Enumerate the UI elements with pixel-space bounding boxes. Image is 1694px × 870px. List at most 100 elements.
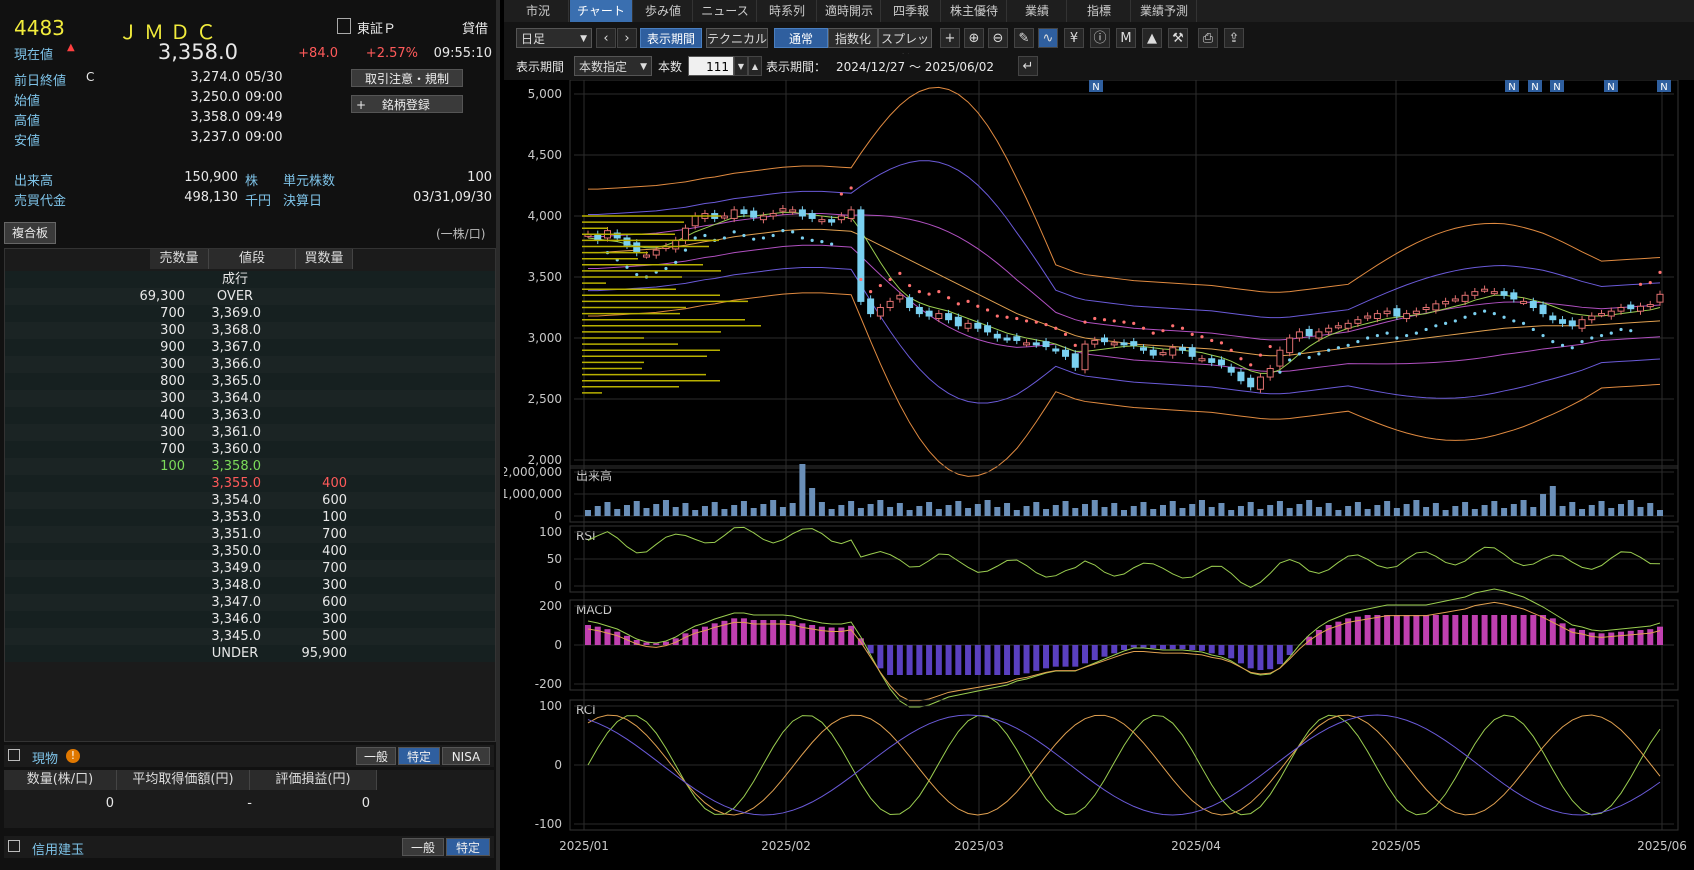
sar-dot: [1122, 320, 1126, 324]
count-up-icon[interactable]: ▲: [748, 56, 762, 76]
tab-2[interactable]: 歩み値: [634, 0, 693, 22]
candle-body: [906, 297, 914, 309]
holdings-tab-specific[interactable]: 特定: [398, 747, 440, 765]
count-input[interactable]: 111: [688, 56, 734, 76]
technical-button[interactable]: テクニカル: [706, 28, 768, 48]
spread-button[interactable]: スプレッド: [878, 28, 932, 66]
volume-bar: [1374, 505, 1381, 516]
board-row[interactable]: 300 3,366.0: [5, 356, 495, 373]
board-row[interactable]: 100 3,358.0: [5, 458, 495, 475]
board-row[interactable]: 3,348.0 300: [5, 577, 495, 594]
board-row[interactable]: 800 3,365.0: [5, 373, 495, 390]
wrench-icon[interactable]: ⚒: [1168, 28, 1188, 48]
board-row[interactable]: 3,346.0 300: [5, 611, 495, 628]
sar-dot: [1648, 281, 1652, 285]
tab-3[interactable]: ニュース: [694, 0, 757, 22]
macd-histogram-bar: [1432, 615, 1439, 645]
board-price: 3,358.0: [211, 459, 261, 474]
tab-10[interactable]: 業績予測: [1132, 0, 1197, 22]
board-row[interactable]: 3,355.0 400: [5, 475, 495, 492]
tab-6[interactable]: 四季報: [882, 0, 941, 22]
display-period-button[interactable]: 表示期間: [640, 28, 702, 48]
volume-bar: [1442, 510, 1449, 516]
tab-1[interactable]: チャート: [570, 0, 633, 22]
candle-body: [1627, 304, 1635, 310]
volume-bar: [1062, 501, 1069, 516]
normal-button[interactable]: 通常: [774, 28, 828, 48]
board-row[interactable]: 700 3,369.0: [5, 305, 495, 322]
my-icon[interactable]: M: [1116, 28, 1136, 48]
tab-9[interactable]: 指標: [1068, 0, 1131, 22]
volume-bar: [740, 501, 747, 516]
print-icon[interactable]: ⎙: [1198, 28, 1218, 48]
reset-icon[interactable]: ↵: [1018, 56, 1038, 76]
zoom-in-icon[interactable]: ⊕: [964, 28, 984, 48]
zoom-out-icon[interactable]: ⊖: [988, 28, 1008, 48]
tab-7[interactable]: 株主優待: [942, 0, 1007, 22]
board-row[interactable]: 900 3,367.0: [5, 339, 495, 356]
window-icon[interactable]: [8, 840, 20, 852]
candle-body: [1637, 305, 1645, 312]
candle-body: [1091, 339, 1099, 345]
index-button[interactable]: 指数化: [828, 28, 878, 48]
holdings-tab-nisa[interactable]: NISA: [442, 747, 490, 765]
document-icon[interactable]: [337, 18, 351, 34]
sar-dot: [1590, 336, 1594, 340]
board-row[interactable]: 成行: [5, 271, 495, 288]
tab-8[interactable]: 業績: [1008, 0, 1067, 22]
margin-tab-specific[interactable]: 特定: [446, 838, 490, 856]
price-tick-label: 3,500: [528, 270, 562, 284]
x-tick-label: 2025/03: [954, 839, 1004, 853]
chevron-left-icon[interactable]: ‹: [596, 28, 616, 48]
macd-histogram-bar: [916, 645, 923, 675]
yen-icon[interactable]: ¥: [1064, 28, 1084, 48]
tab-5[interactable]: 適時開示: [818, 0, 881, 22]
board-row[interactable]: 3,347.0 600: [5, 594, 495, 611]
macd-histogram-bar: [1159, 645, 1166, 650]
board-row[interactable]: UNDER 95,900: [5, 645, 495, 662]
export-icon[interactable]: ⇪: [1224, 28, 1244, 48]
candle-body: [1334, 325, 1342, 329]
candle-body: [1539, 304, 1547, 315]
margin-tab-general[interactable]: 一般: [402, 838, 444, 856]
tab-4[interactable]: 時系列: [758, 0, 817, 22]
window-icon[interactable]: [8, 749, 20, 761]
sar-dot: [1541, 333, 1545, 338]
tab-0[interactable]: 市況: [508, 0, 569, 22]
sar-dot: [625, 265, 629, 269]
board-row[interactable]: 3,354.0 600: [5, 492, 495, 509]
turnover-label: 売買代金: [14, 194, 67, 209]
board-row[interactable]: 3,349.0 700: [5, 560, 495, 577]
info-icon[interactable]: ⓘ: [1090, 28, 1110, 48]
period-select[interactable]: 日足 ▼: [516, 28, 592, 48]
chevron-right-icon[interactable]: ›: [617, 28, 637, 48]
area-icon[interactable]: ▲: [1142, 28, 1162, 48]
holdings-tab-general[interactable]: 一般: [356, 747, 396, 765]
macd-histogram-bar: [1013, 645, 1020, 675]
board-row[interactable]: 3,351.0 700: [5, 526, 495, 543]
board-row[interactable]: 300 3,368.0: [5, 322, 495, 339]
board-row[interactable]: 3,350.0 400: [5, 543, 495, 560]
macd-label: MACD: [576, 603, 612, 617]
board-row[interactable]: 700 3,360.0: [5, 441, 495, 458]
board-row[interactable]: 300 3,361.0: [5, 424, 495, 441]
register-button[interactable]: + 銘柄登録: [351, 95, 463, 113]
period-mode-select[interactable]: 本数指定 ▼: [574, 56, 652, 76]
pencil-icon[interactable]: ✎: [1014, 28, 1034, 48]
board-row[interactable]: 3,353.0 100: [5, 509, 495, 526]
plus-icon[interactable]: +: [940, 28, 960, 48]
board-row[interactable]: 69,300 OVER: [5, 288, 495, 305]
count-down-icon[interactable]: ▼: [734, 56, 748, 76]
trend-icon[interactable]: ∿: [1038, 28, 1058, 48]
board-tab[interactable]: 複合板: [4, 222, 56, 244]
stock-chart[interactable]: 5,0004,5004,0003,5003,0002,5002,0002025/…: [504, 80, 1694, 870]
volume-bar: [779, 507, 786, 516]
warning-icon[interactable]: !: [66, 749, 80, 763]
sar-dot: [995, 314, 999, 318]
volume-bar: [1179, 508, 1186, 516]
board-row[interactable]: 300 3,364.0: [5, 390, 495, 407]
board-row[interactable]: 3,345.0 500: [5, 628, 495, 645]
caution-button[interactable]: 取引注意・規制: [351, 69, 463, 87]
board-row[interactable]: 400 3,363.0: [5, 407, 495, 424]
low-label: 安値: [14, 134, 41, 149]
